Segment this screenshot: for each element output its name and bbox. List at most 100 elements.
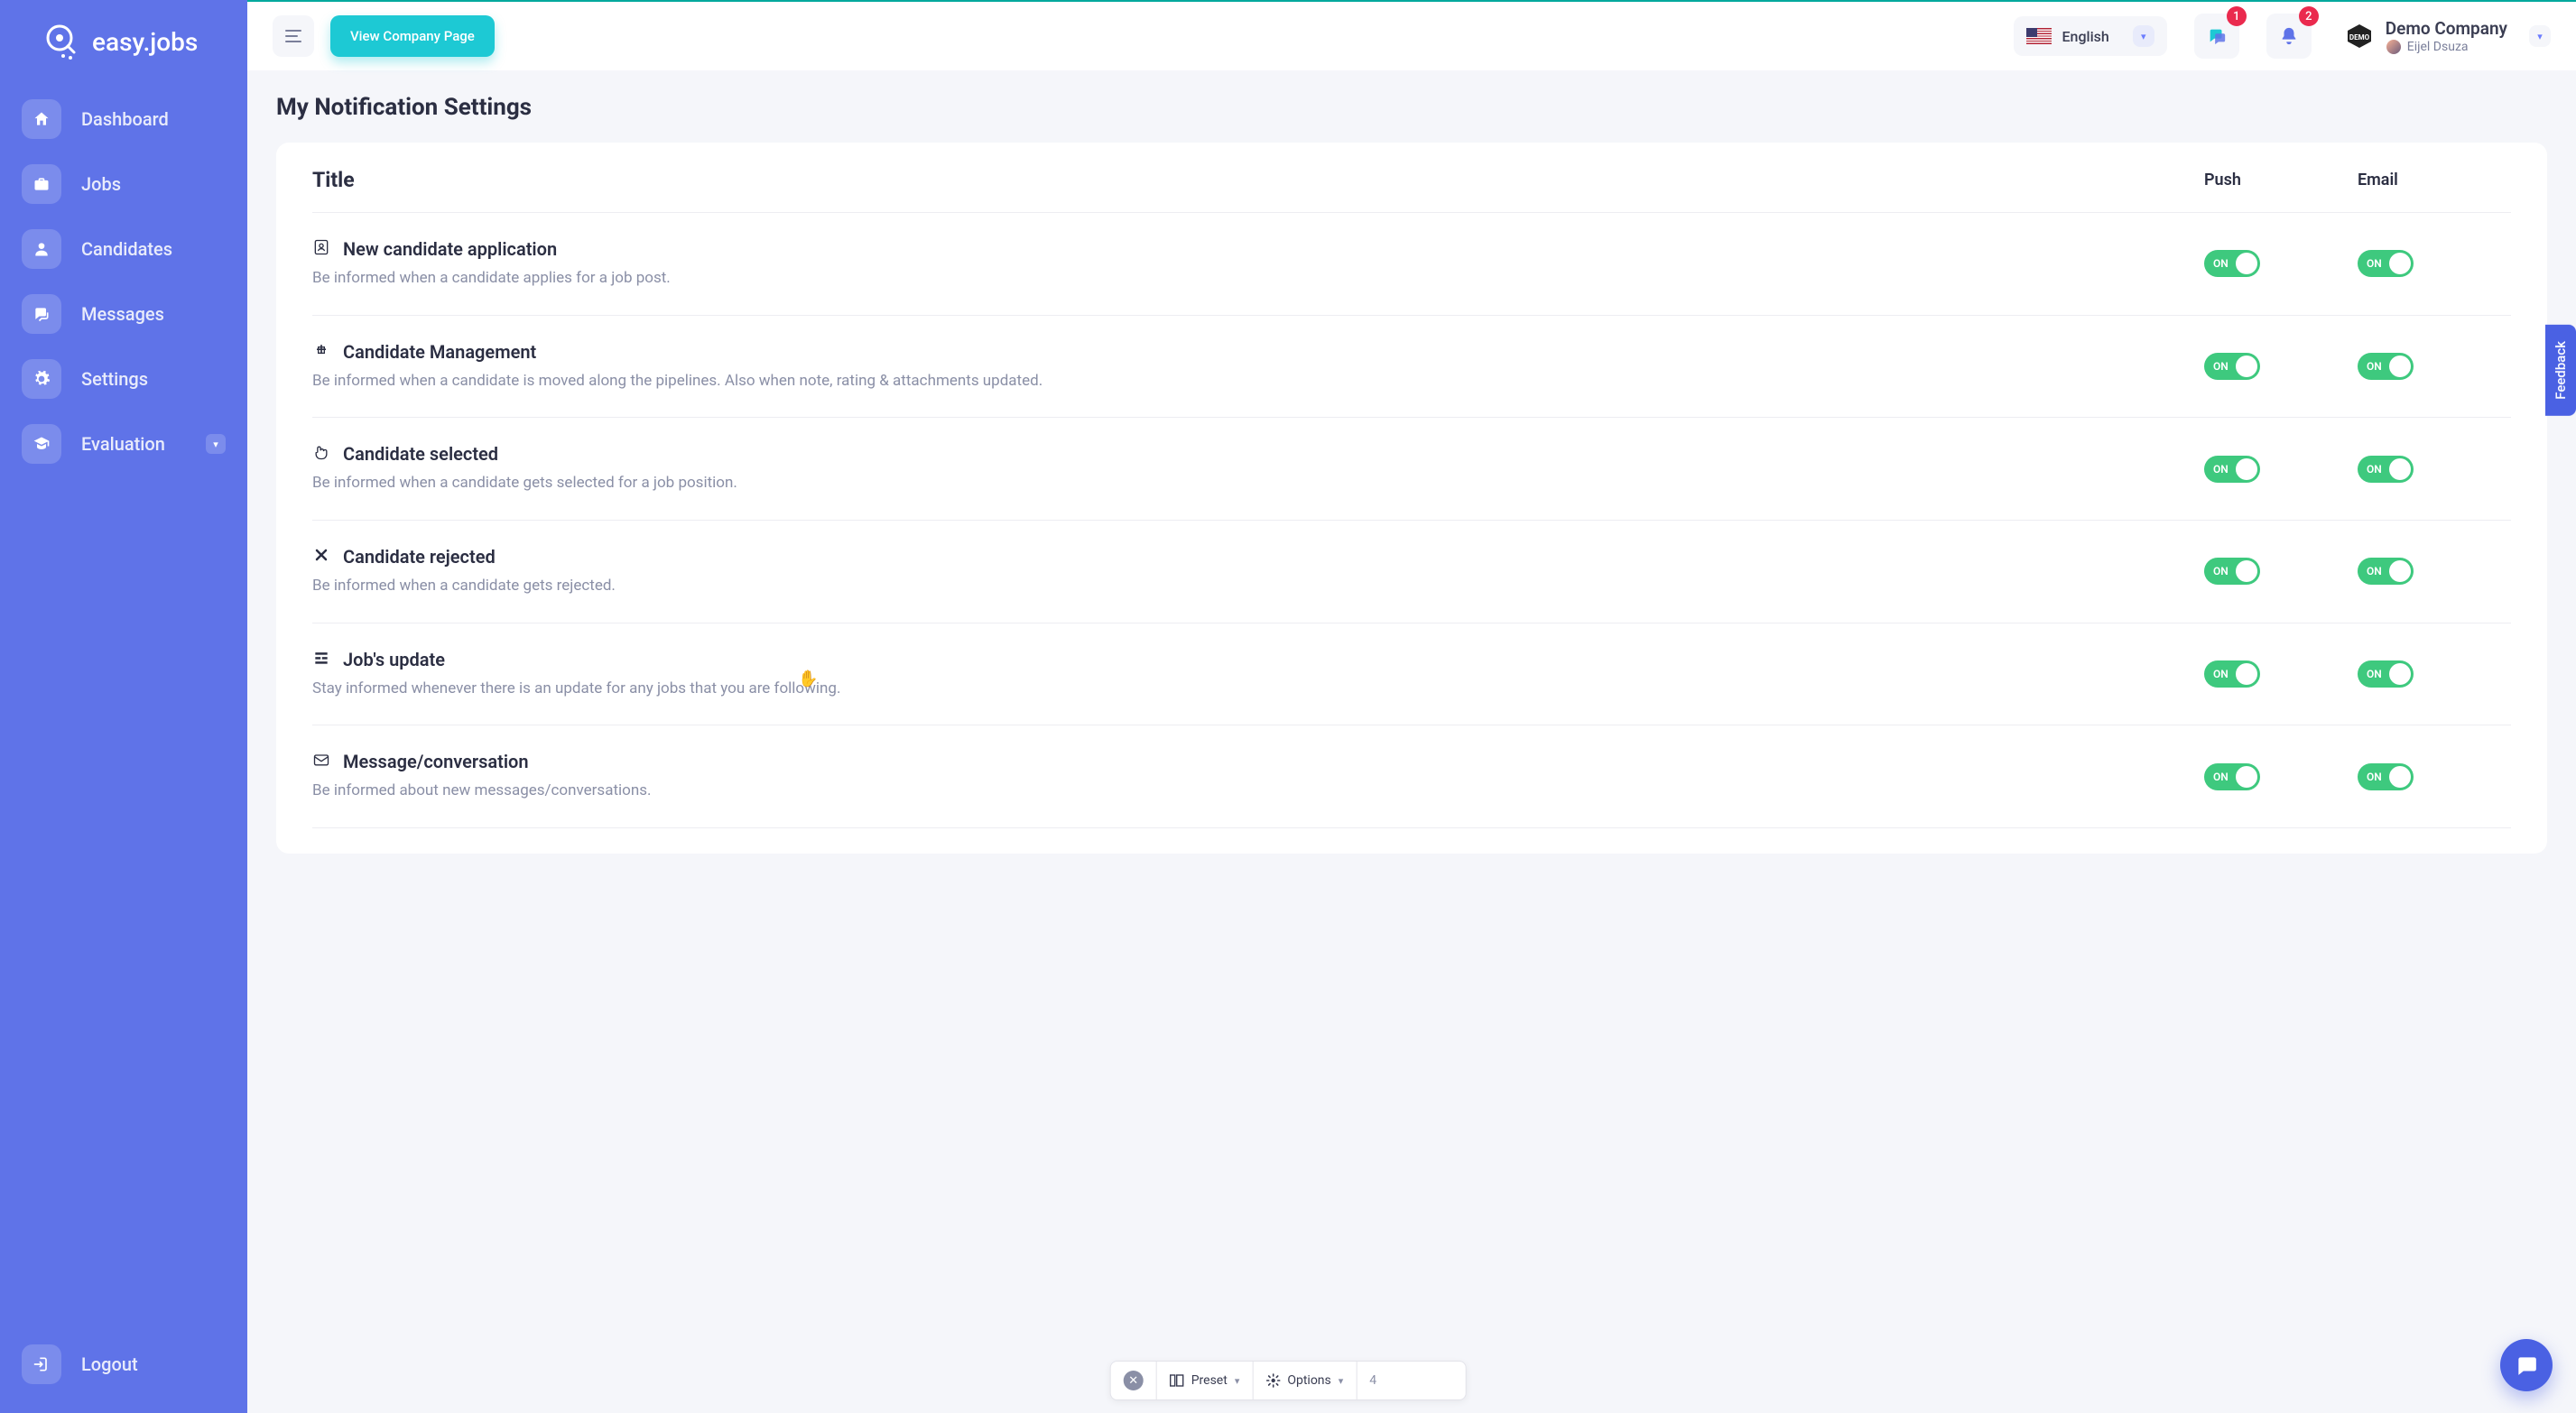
chevron-down-icon: ▾ xyxy=(2133,25,2154,47)
sidebar-item-settings[interactable]: Settings xyxy=(22,346,226,411)
chat-widget-button[interactable] xyxy=(2500,1339,2553,1391)
hamburger-icon xyxy=(285,30,301,42)
language-select[interactable]: English ▾ xyxy=(2014,16,2167,56)
push-toggle[interactable]: ON xyxy=(2204,456,2260,483)
email-toggle[interactable]: ON xyxy=(2358,353,2414,380)
row-description: Be informed when a candidate gets select… xyxy=(312,472,2204,494)
logout-icon xyxy=(32,1355,51,1373)
email-toggle[interactable]: ON xyxy=(2358,456,2414,483)
logo-icon xyxy=(40,22,79,61)
gear-icon xyxy=(32,370,51,388)
id-badge-icon xyxy=(312,238,330,260)
graduation-icon xyxy=(32,435,51,453)
svg-text:DEMO: DEMO xyxy=(2349,33,2370,42)
row-title: Message/conversation xyxy=(343,751,529,772)
sidebar-item-label: Candidates xyxy=(81,238,172,260)
toggle-label: ON xyxy=(2367,360,2382,373)
sidebar-item-messages[interactable]: Messages xyxy=(22,282,226,346)
hand-up-icon xyxy=(312,443,330,465)
avatar xyxy=(2386,39,2402,55)
email-toggle[interactable]: ON xyxy=(2358,558,2414,585)
push-toggle[interactable]: ON xyxy=(2204,660,2260,688)
push-toggle[interactable]: ON xyxy=(2204,558,2260,585)
sidebar-item-label: Evaluation xyxy=(81,433,165,455)
topbar: View Company Page English ▾ 1 2 DEMO Dem… xyxy=(247,0,2576,70)
sidebar-item-label: Messages xyxy=(81,303,164,325)
toggle-label: ON xyxy=(2213,565,2229,577)
row-description: Be informed when a candidate applies for… xyxy=(312,267,2204,290)
row-description: Stay informed whenever there is an updat… xyxy=(312,678,2204,700)
row-title: Job's update xyxy=(343,649,445,670)
sidebar-item-dashboard[interactable]: Dashboard xyxy=(22,87,226,152)
toggle-label: ON xyxy=(2213,668,2229,680)
preset-dropdown[interactable]: Preset ▾ xyxy=(1157,1362,1254,1399)
language-label: English xyxy=(2062,28,2109,45)
row-title: Candidate Management xyxy=(343,341,536,363)
toggle-label: ON xyxy=(2213,257,2229,270)
row-title: Candidate selected xyxy=(343,443,498,465)
settings-row: Candidate rejected Be informed when a ca… xyxy=(312,521,2511,623)
toggle-label: ON xyxy=(2213,360,2229,373)
row-title: New candidate application xyxy=(343,238,557,260)
floating-close-button[interactable]: ✕ xyxy=(1111,1362,1157,1399)
us-flag-icon xyxy=(2026,28,2052,44)
notifications-badge: 2 xyxy=(2299,6,2319,26)
push-toggle[interactable]: ON xyxy=(2204,763,2260,790)
email-toggle[interactable]: ON xyxy=(2358,763,2414,790)
company-name: Demo Company xyxy=(2386,18,2507,39)
envelope-icon xyxy=(312,751,330,772)
email-toggle[interactable]: ON xyxy=(2358,250,2414,277)
chevron-down-icon: ▾ xyxy=(1235,1375,1240,1387)
user-icon xyxy=(32,240,51,258)
gear-icon xyxy=(1265,1373,1280,1388)
company-logo-icon: DEMO xyxy=(2346,23,2373,50)
row-description: Be informed when a candidate is moved al… xyxy=(312,370,2204,392)
push-toggle[interactable]: ON xyxy=(2204,353,2260,380)
close-icon: ✕ xyxy=(1124,1371,1144,1390)
feedback-tab[interactable]: Feedback xyxy=(2545,325,2576,416)
row-description: Be informed about new messages/conversat… xyxy=(312,780,2204,802)
user-menu[interactable]: DEMO Demo Company Eijel Dsuza ▾ xyxy=(2346,18,2551,55)
settings-row: Job's update Stay informed whenever ther… xyxy=(312,623,2511,726)
column-push: Push xyxy=(2204,168,2358,192)
chevron-down-icon: ▾ xyxy=(1339,1375,1344,1387)
row-description: Be informed when a candidate gets reject… xyxy=(312,575,2204,597)
toggle-label: ON xyxy=(2367,565,2382,577)
brand-logo[interactable]: easy.jobs xyxy=(0,16,247,87)
plus-square-icon xyxy=(312,341,330,363)
sidebar-item-label: Logout xyxy=(81,1353,138,1375)
chat-icon xyxy=(2207,26,2227,46)
notifications-button[interactable]: 2 xyxy=(2266,14,2312,59)
menu-toggle-button[interactable] xyxy=(273,15,314,57)
options-dropdown[interactable]: Options ▾ xyxy=(1253,1362,1357,1399)
settings-card: Title Push Email New candidate applicati… xyxy=(276,143,2547,854)
page-number-input[interactable]: 4 xyxy=(1357,1362,1465,1399)
sidebar-nav: Dashboard Jobs Candidates Messages Setti… xyxy=(0,87,247,1332)
sidebar-item-jobs[interactable]: Jobs xyxy=(22,152,226,217)
chat-bubble-icon xyxy=(2515,1353,2538,1377)
preset-label: Preset xyxy=(1191,1373,1228,1388)
toggle-label: ON xyxy=(2367,463,2382,476)
sidebar-item-candidates[interactable]: Candidates xyxy=(22,217,226,282)
messages-button[interactable]: 1 xyxy=(2194,14,2239,59)
sidebar-item-evaluation[interactable]: Evaluation ▾ xyxy=(22,411,226,476)
row-title: Candidate rejected xyxy=(343,546,496,568)
user-name: Eijel Dsuza xyxy=(2407,40,2469,54)
chevron-down-icon: ▾ xyxy=(2529,25,2551,47)
view-company-button[interactable]: View Company Page xyxy=(330,15,495,57)
sidebar-item-logout[interactable]: Logout xyxy=(22,1332,226,1397)
bell-icon xyxy=(2279,26,2299,46)
push-toggle[interactable]: ON xyxy=(2204,250,2260,277)
list-icon xyxy=(312,649,330,670)
toggle-label: ON xyxy=(2367,771,2382,783)
floating-toolbar: ✕ Preset ▾ Options ▾ 4 xyxy=(1110,1361,1467,1400)
toggle-label: ON xyxy=(2213,771,2229,783)
column-title: Title xyxy=(312,168,2204,192)
column-email: Email xyxy=(2358,168,2511,192)
options-label: Options xyxy=(1287,1373,1330,1388)
email-toggle[interactable]: ON xyxy=(2358,660,2414,688)
brand-name: easy.jobs xyxy=(92,27,198,57)
settings-row: New candidate application Be informed wh… xyxy=(312,213,2511,316)
briefcase-icon xyxy=(32,175,51,193)
page-title: My Notification Settings xyxy=(276,94,2547,121)
